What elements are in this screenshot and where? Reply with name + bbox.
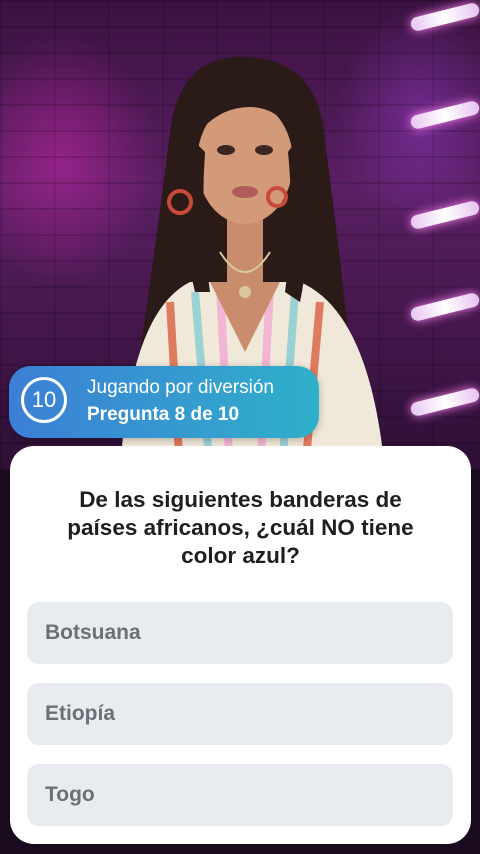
question-counter: Pregunta 8 de 10 xyxy=(87,404,240,425)
question-text: De las siguientes banderas de países afr… xyxy=(67,487,414,568)
answer-option-etiopia[interactable]: Etiopía xyxy=(27,683,453,745)
question-card: De las siguientes banderas de países afr… xyxy=(10,446,471,844)
quiz-status-pill: 10 Jugando por diversión Pregunta 8 de 1… xyxy=(9,366,319,438)
countdown-timer: 10 xyxy=(21,377,67,423)
game-mode-label: Jugando por diversión xyxy=(87,377,274,398)
answer-option-botsuana[interactable]: Botsuana xyxy=(27,602,453,664)
answer-option-togo[interactable]: Togo xyxy=(27,764,453,826)
